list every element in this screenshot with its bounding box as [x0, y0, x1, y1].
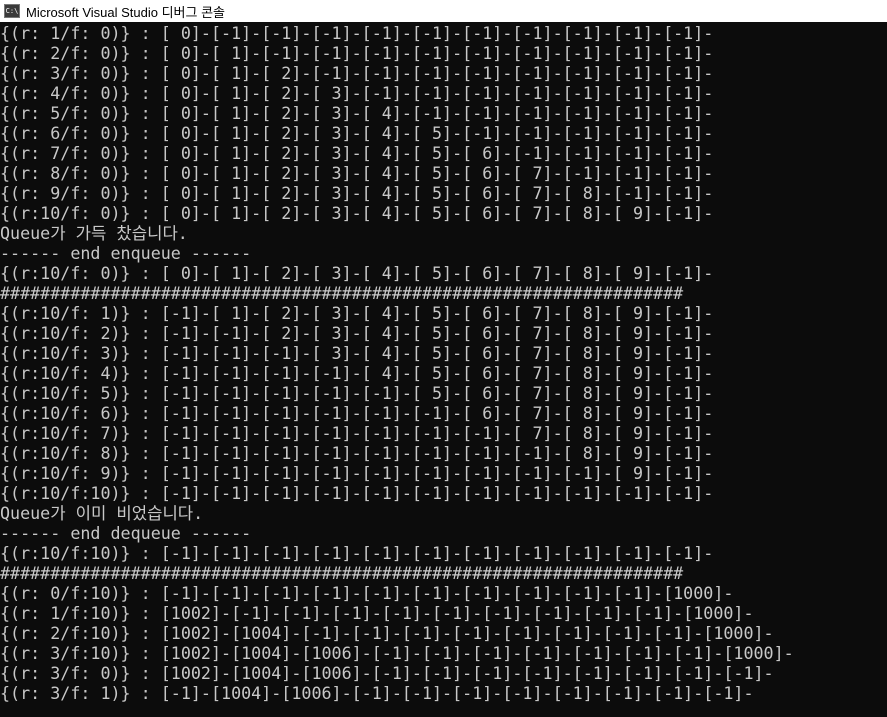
- console-line: {(r: 4/f: 0)} : [ 0]-[ 1]-[ 2]-[ 3]-[-1]…: [0, 83, 714, 103]
- console-line: {(r: 1/f:10)} : [1002]-[-1]-[-1]-[-1]-[-…: [0, 603, 754, 623]
- console-line: {(r: 7/f: 0)} : [ 0]-[ 1]-[ 2]-[ 3]-[ 4]…: [0, 143, 714, 163]
- console-line: {(r: 3/f: 1)} : [-1]-[1004]-[1006]-[-1]-…: [0, 683, 754, 703]
- console-line: ########################################…: [0, 563, 684, 583]
- console-line: {(r:10/f: 0)} : [ 0]-[ 1]-[ 2]-[ 3]-[ 4]…: [0, 203, 714, 223]
- console-line: {(r: 0/f:10)} : [-1]-[-1]-[-1]-[-1]-[-1]…: [0, 583, 734, 603]
- console-line: {(r: 8/f: 0)} : [ 0]-[ 1]-[ 2]-[ 3]-[ 4]…: [0, 163, 714, 183]
- console-line: {(r:10/f: 2)} : [-1]-[-1]-[ 2]-[ 3]-[ 4]…: [0, 323, 714, 343]
- console-line: {(r:10/f:10)} : [-1]-[-1]-[-1]-[-1]-[-1]…: [0, 483, 714, 503]
- console-line: {(r:10/f: 5)} : [-1]-[-1]-[-1]-[-1]-[-1]…: [0, 383, 714, 403]
- console-line: ------ end dequeue ------: [0, 523, 252, 543]
- console-line: {(r: 1/f: 0)} : [ 0]-[-1]-[-1]-[-1]-[-1]…: [0, 23, 714, 43]
- console-line: {(r:10/f: 3)} : [-1]-[-1]-[-1]-[ 3]-[ 4]…: [0, 343, 714, 363]
- window-title: Microsoft Visual Studio 디버그 콘솔: [26, 4, 226, 20]
- console-line: {(r:10/f: 6)} : [-1]-[-1]-[-1]-[-1]-[-1]…: [0, 403, 714, 423]
- console-line: Queue가 이미 비었습니다.: [0, 503, 204, 523]
- console-line: {(r:10/f: 9)} : [-1]-[-1]-[-1]-[-1]-[-1]…: [0, 463, 714, 483]
- console-line: {(r: 2/f: 0)} : [ 0]-[ 1]-[-1]-[-1]-[-1]…: [0, 43, 714, 63]
- console-line: {(r: 3/f: 0)} : [ 0]-[ 1]-[ 2]-[-1]-[-1]…: [0, 63, 714, 83]
- console-line: {(r:10/f: 0)} : [ 0]-[ 1]-[ 2]-[ 3]-[ 4]…: [0, 263, 714, 283]
- console-line: {(r: 5/f: 0)} : [ 0]-[ 1]-[ 2]-[ 3]-[ 4]…: [0, 103, 714, 123]
- console-line: {(r: 2/f:10)} : [1002]-[1004]-[-1]-[-1]-…: [0, 623, 774, 643]
- console-app-icon: C:\: [4, 4, 20, 18]
- console-line: {(r:10/f: 4)} : [-1]-[-1]-[-1]-[-1]-[ 4]…: [0, 363, 714, 383]
- console-line: {(r:10/f: 7)} : [-1]-[-1]-[-1]-[-1]-[-1]…: [0, 423, 714, 443]
- title-bar[interactable]: C:\ Microsoft Visual Studio 디버그 콘솔: [0, 0, 887, 22]
- console-line: Queue가 가득 찼습니다.: [0, 223, 188, 243]
- console-line: {(r:10/f: 1)} : [-1]-[ 1]-[ 2]-[ 3]-[ 4]…: [0, 303, 714, 323]
- console-line: {(r:10/f:10)} : [-1]-[-1]-[-1]-[-1]-[-1]…: [0, 543, 714, 563]
- console-line: {(r: 3/f: 0)} : [1002]-[1004]-[1006]-[-1…: [0, 663, 774, 683]
- console-line: ------ end enqueue ------: [0, 243, 252, 263]
- console-line: {(r:10/f: 8)} : [-1]-[-1]-[-1]-[-1]-[-1]…: [0, 443, 714, 463]
- console-output: {(r: 1/f: 0)} : [ 0]-[-1]-[-1]-[-1]-[-1]…: [0, 23, 887, 717]
- console-line: ########################################…: [0, 283, 684, 303]
- console-line: {(r: 3/f:10)} : [1002]-[1004]-[1006]-[-1…: [0, 643, 794, 663]
- console-line: {(r: 6/f: 0)} : [ 0]-[ 1]-[ 2]-[ 3]-[ 4]…: [0, 123, 714, 143]
- console-line: {(r: 9/f: 0)} : [ 0]-[ 1]-[ 2]-[ 3]-[ 4]…: [0, 183, 714, 203]
